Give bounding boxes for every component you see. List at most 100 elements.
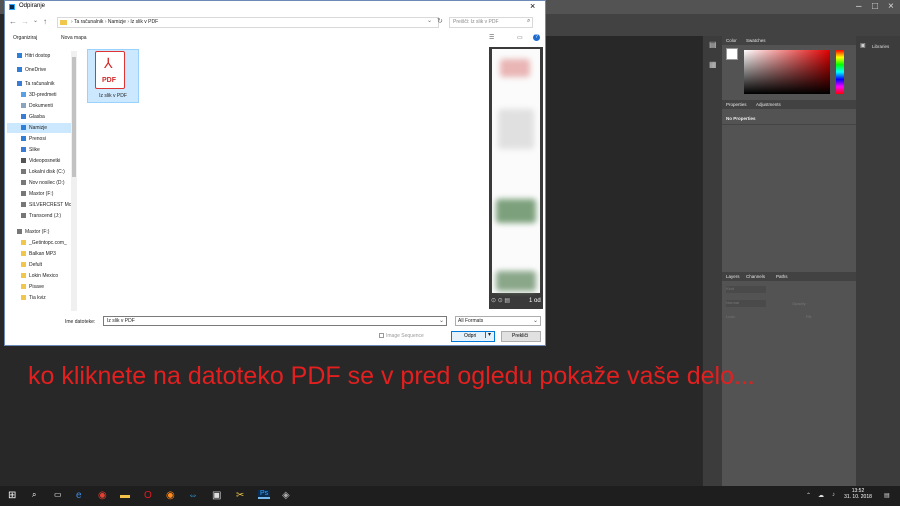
search-icon[interactable]: ⌕ [527,18,530,25]
nav-item[interactable]: OneDrive [7,65,73,75]
tab-adjustments[interactable]: Adjustments [756,102,781,107]
tab-properties[interactable]: Properties [726,102,747,107]
chevron-down-icon[interactable]: ⌄ [533,317,538,324]
filename-dropdown-icon[interactable]: ⌄ [439,317,444,324]
foreground-color-swatch[interactable] [726,48,738,60]
star-icon [17,53,22,58]
back-arrow-icon[interactable]: ← [9,17,17,26]
firefox-icon[interactable]: ◉ [166,490,175,501]
history-icon[interactable]: ▤ [709,40,717,49]
hue-slider[interactable] [836,50,844,94]
media-player-icon[interactable]: ▣ [212,490,221,501]
help-icon[interactable]: ? [533,34,540,41]
nav-scrollbar-thumb[interactable] [72,57,76,177]
photoshop-right-strip: ▣ Libraries [856,36,900,486]
new-folder-button[interactable]: Nova mapa [61,35,87,41]
minimize-icon[interactable]: – [856,1,862,12]
nav-item[interactable]: Dokumenti [7,101,73,111]
address-dropdown-icon[interactable]: ⌄ [427,17,432,24]
preview-page-count: 1 od [529,298,541,304]
libraries-icon[interactable]: ▣ [860,42,866,49]
forward-arrow-icon[interactable]: → [21,17,29,26]
nav-item[interactable]: Slike [7,145,73,155]
image-sequence-label: Image Sequence [386,333,424,339]
tab-channels[interactable]: Channels [746,274,765,279]
notification-icon[interactable]: ▤ [884,492,890,499]
opera-icon[interactable]: O [144,490,152,501]
edge-icon[interactable]: e [76,490,82,501]
image-sequence-checkbox[interactable] [379,333,384,338]
tray-chevron-icon[interactable]: ⌃ [806,492,811,499]
video-editor-icon[interactable]: ✂ [236,490,244,501]
nav-item-label: Lokin Mexico [29,273,59,279]
network-icon[interactable]: ☁ [818,492,824,499]
nav-item[interactable]: Hitri dostop [7,51,73,61]
nav-item[interactable]: Balkan MP3 [7,249,73,259]
folder-icon [21,284,26,289]
dialog-close-icon[interactable]: × [530,1,535,11]
page-icon: ▤ [504,298,511,304]
nav-item[interactable]: Defult [7,260,73,270]
taskbar-clock[interactable]: 13:52 31. 10. 2018 [840,488,876,500]
tab-paths[interactable]: Paths [776,274,788,279]
nav-item[interactable]: Maxtor (F:) [7,189,73,199]
nav-item[interactable]: Lokalni disk (C:) [7,167,73,177]
file-explorer-icon[interactable]: ▬ [120,490,130,501]
nav-item[interactable]: Glasba [7,112,73,122]
nav-item[interactable]: _Getintopc.com_ [7,238,73,248]
nav-item[interactable]: Pisave [7,282,73,292]
nav-item[interactable]: Videoposnetki [7,156,73,166]
close-icon[interactable]: × [888,1,894,12]
view-options-icon[interactable]: ☰ [489,34,494,41]
nav-item[interactable]: Namizje [7,123,73,133]
artboard-icon[interactable]: ▦ [709,60,717,69]
windows-taskbar [0,486,900,506]
libraries-label[interactable]: Libraries [872,44,889,49]
layers-panel-tabs: Layers Channels Paths [722,272,856,281]
nav-item[interactable]: Nov nosilec (D:) [7,178,73,188]
task-view-icon[interactable]: ▭ [54,490,62,499]
nav-item[interactable]: Transcend (J:) [7,211,73,221]
file-type-value: All Formats [458,318,484,324]
teamviewer-icon[interactable]: ⇔ [188,490,198,501]
recent-chevron-icon[interactable]: ⌄ [33,17,38,24]
up-arrow-icon[interactable]: ↑ [43,17,47,26]
layers-filter[interactable]: Kind [726,286,766,293]
open-dropdown-icon[interactable]: ▾ [485,331,491,338]
nav-item-label: Maxtor (F:) [29,191,54,197]
nav-item[interactable]: 3D-predmeti [7,90,73,100]
refresh-icon[interactable]: ↻ [437,17,443,25]
breadcrumb-item[interactable]: Namizje [108,19,126,25]
nav-item[interactable]: SILVERCREST Mc [7,200,73,210]
nav-item[interactable]: Maxtor (F:) [7,227,73,237]
preview-pane-icon[interactable]: ▭ [517,34,523,41]
photoshop-taskbar-icon[interactable]: Ps [258,490,271,499]
opacity-label: Opacity: [792,301,807,306]
color-picker-field[interactable] [744,50,830,94]
nav-item[interactable]: Lokin Mexico [7,271,73,281]
maximize-icon[interactable]: □ [872,1,878,12]
breadcrumb-item[interactable]: Ta računalnik [74,19,103,25]
chrome-icon[interactable]: ◉ [98,490,107,501]
nav-item-label: Tia kviz [29,295,46,301]
filename-input[interactable] [103,316,447,326]
nav-item[interactable]: Ta računalnik [7,79,73,89]
organize-button[interactable]: Organiziraj [13,35,37,41]
nav-item[interactable]: Tia kviz [7,293,73,303]
windows-start-icon[interactable]: ⊞ [8,490,16,501]
app-icon[interactable]: ◈ [282,490,290,501]
preview-down-icon[interactable]: ⊙ [498,298,503,304]
document-icon [21,103,26,108]
tab-swatches[interactable]: Swatches [746,38,766,43]
pdf-icon-text: PDF [102,77,116,84]
search-icon[interactable]: ⌕ [32,490,36,500]
blend-mode-select[interactable]: Normal [726,300,766,307]
tab-layers[interactable]: Layers [726,274,740,279]
preview-up-icon[interactable]: ⊙ [491,298,496,304]
volume-icon[interactable]: ♪ [832,492,835,498]
breadcrumb-item[interactable]: Iz slik v PDF [130,19,158,25]
photoshop-options-bar [546,14,900,36]
nav-item[interactable]: Prenosi [7,134,73,144]
tab-color[interactable]: Color [726,38,737,43]
computer-icon [17,81,22,86]
